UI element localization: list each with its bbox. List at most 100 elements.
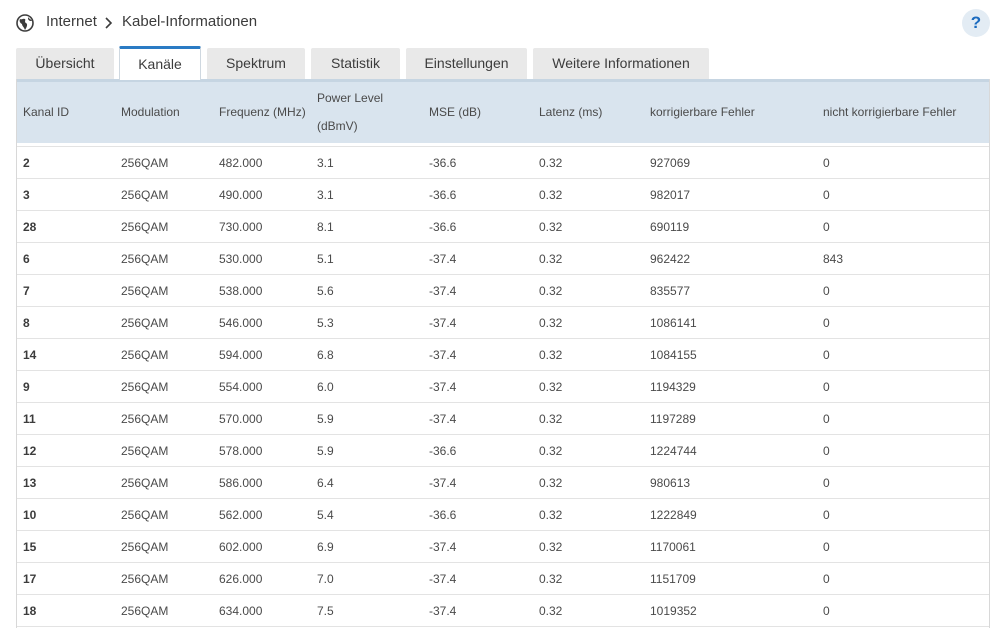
cell-power-level: 5.4 (317, 508, 334, 522)
cell-mse: -37.4 (429, 604, 457, 618)
cell-latenz: 0.32 (539, 476, 563, 490)
cell-kanal-id: 18 (23, 604, 37, 618)
table-row: 13 256QAM 586.000 6.4 -37.4 0.32 980613 0 (17, 467, 989, 499)
cell-modulation: 256QAM (121, 476, 169, 490)
cell-power-level: 5.9 (317, 444, 334, 458)
cell-mse: -37.4 (429, 380, 457, 394)
cell-kanal-id: 28 (23, 220, 37, 234)
cell-kanal-id: 12 (23, 444, 37, 458)
cell-frequenz: 538.000 (219, 284, 263, 298)
cell-latenz: 0.32 (539, 252, 563, 266)
cell-mse: -36.6 (429, 508, 457, 522)
cell-modulation: 256QAM (121, 380, 169, 394)
cell-kanal-id: 13 (23, 476, 37, 490)
cell-nicht-korrigierbare-fehler: 843 (823, 252, 844, 266)
cell-korrigierbare-fehler: 1224744 (650, 444, 697, 458)
tab-weitere-informationen[interactable]: Weitere Informationen (533, 48, 709, 79)
cell-frequenz: 482.000 (219, 156, 263, 170)
header-mse: MSE (dB) (429, 105, 482, 119)
tab-statistik[interactable]: Statistik (311, 48, 400, 79)
cell-frequenz: 586.000 (219, 476, 263, 490)
cell-mse: -36.6 (429, 188, 457, 202)
cell-power-level: 6.8 (317, 348, 334, 362)
table-row: 12 256QAM 578.000 5.9 -36.6 0.32 1224744 0 (17, 435, 989, 467)
help-icon: ? (970, 13, 982, 32)
tab-einstellungen[interactable]: Einstellungen (406, 48, 527, 79)
cell-nicht-korrigierbare-fehler: 0 (823, 412, 830, 426)
table-row: 28 256QAM 730.000 8.1 -36.6 0.32 690119 0 (17, 211, 989, 243)
table-header: Kanal ID Modulation Frequenz (MHz) Power… (17, 79, 989, 143)
cell-frequenz: 578.000 (219, 444, 263, 458)
cell-power-level: 5.3 (317, 316, 334, 330)
cell-frequenz: 602.000 (219, 540, 263, 554)
cell-nicht-korrigierbare-fehler: 0 (823, 540, 830, 554)
channel-table: Kanal ID Modulation Frequenz (MHz) Power… (16, 79, 990, 628)
tab-spektrum[interactable]: Spektrum (207, 48, 305, 79)
cell-latenz: 0.32 (539, 188, 563, 202)
cell-nicht-korrigierbare-fehler: 0 (823, 220, 830, 234)
cell-modulation: 256QAM (121, 284, 169, 298)
cell-power-level: 6.4 (317, 476, 334, 490)
help-button[interactable]: ? (962, 9, 990, 37)
cell-latenz: 0.32 (539, 604, 563, 618)
cell-mse: -37.4 (429, 476, 457, 490)
cell-power-level: 7.0 (317, 572, 334, 586)
cell-nicht-korrigierbare-fehler: 0 (823, 380, 830, 394)
cell-modulation: 256QAM (121, 220, 169, 234)
cell-latenz: 0.32 (539, 412, 563, 426)
tab-kanaele[interactable]: Kanäle (119, 46, 201, 80)
cell-korrigierbare-fehler: 835577 (650, 284, 691, 298)
cell-mse: -37.4 (429, 572, 457, 586)
cell-kanal-id: 2 (23, 156, 30, 170)
cell-nicht-korrigierbare-fehler: 0 (823, 284, 830, 298)
cell-modulation: 256QAM (121, 540, 169, 554)
cell-korrigierbare-fehler: 927069 (650, 156, 691, 170)
cell-frequenz: 546.000 (219, 316, 263, 330)
cell-kanal-id: 10 (23, 508, 37, 522)
header-frequenz: Frequenz (MHz) (219, 105, 306, 119)
cell-modulation: 256QAM (121, 604, 169, 618)
cell-power-level: 8.1 (317, 220, 334, 234)
cell-latenz: 0.32 (539, 220, 563, 234)
cell-frequenz: 570.000 (219, 412, 263, 426)
cell-power-level: 3.1 (317, 188, 334, 202)
cell-nicht-korrigierbare-fehler: 0 (823, 604, 830, 618)
tab-uebersicht[interactable]: Übersicht (16, 48, 114, 79)
cell-frequenz: 562.000 (219, 508, 263, 522)
cell-modulation: 256QAM (121, 572, 169, 586)
cell-power-level: 5.6 (317, 284, 334, 298)
header-power-level: Power Level (317, 91, 384, 105)
cell-latenz: 0.32 (539, 284, 563, 298)
cell-mse: -36.6 (429, 220, 457, 234)
cell-latenz: 0.32 (539, 348, 563, 362)
table-row: 11 256QAM 570.000 5.9 -37.4 0.32 1197289 0 (17, 403, 989, 435)
cell-latenz: 0.32 (539, 380, 563, 394)
cell-nicht-korrigierbare-fehler: 0 (823, 444, 830, 458)
cell-nicht-korrigierbare-fehler: 0 (823, 348, 830, 362)
cell-modulation: 256QAM (121, 156, 169, 170)
cell-kanal-id: 8 (23, 316, 30, 330)
cell-korrigierbare-fehler: 1222849 (650, 508, 697, 522)
cell-power-level: 5.1 (317, 252, 334, 266)
cell-korrigierbare-fehler: 690119 (650, 220, 690, 234)
cell-modulation: 256QAM (121, 316, 169, 330)
tab-bar: Übersicht Kanäle Spektrum Statistik Eins… (0, 46, 998, 80)
cell-power-level: 7.5 (317, 604, 334, 618)
cell-nicht-korrigierbare-fehler: 0 (823, 476, 830, 490)
cell-power-level: 3.1 (317, 156, 334, 170)
header-latenz: Latenz (ms) (539, 105, 603, 119)
table-row: 18 256QAM 634.000 7.5 -37.4 0.32 1019352 0 (17, 595, 989, 627)
cell-kanal-id: 11 (23, 412, 36, 426)
cell-modulation: 256QAM (121, 508, 169, 522)
cell-frequenz: 530.000 (219, 252, 263, 266)
table-row: 9 256QAM 554.000 6.0 -37.4 0.32 1194329 0 (17, 371, 989, 403)
top-bar: Internet Kabel-Informationen ? (0, 0, 998, 46)
page-title: Kabel-Informationen (122, 13, 258, 30)
cell-korrigierbare-fehler: 962422 (650, 252, 691, 266)
table-row: 2 256QAM 482.000 3.1 -36.6 0.32 927069 0 (17, 147, 989, 179)
cell-power-level: 6.9 (317, 540, 334, 554)
table-row: 17 256QAM 626.000 7.0 -37.4 0.32 1151709 0 (17, 563, 989, 595)
breadcrumb-internet[interactable]: Internet (46, 13, 97, 30)
cell-korrigierbare-fehler: 1019352 (650, 604, 697, 618)
cell-kanal-id: 6 (23, 252, 30, 266)
